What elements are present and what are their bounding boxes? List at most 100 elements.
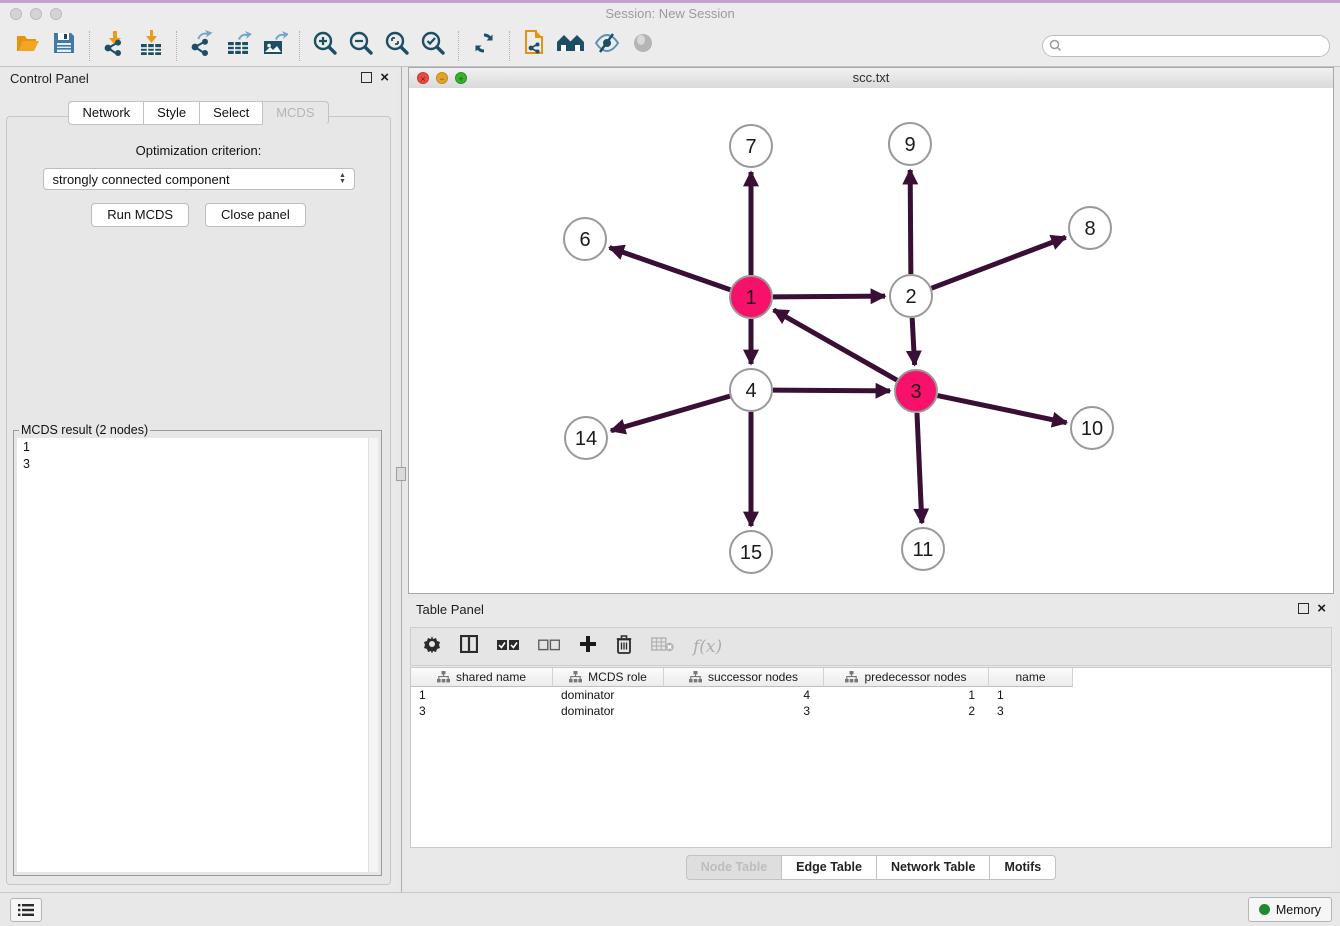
- select-all-button[interactable]: [497, 638, 519, 656]
- graph-edge-3-10[interactable]: [938, 396, 1067, 423]
- graph-edge-4-14[interactable]: [611, 396, 730, 431]
- panel-divider-grip[interactable]: [396, 467, 406, 481]
- folder-open-icon: [15, 32, 41, 59]
- toolbar-separator: [176, 31, 177, 61]
- open-session-button[interactable]: [10, 29, 46, 63]
- cell-mcds-role[interactable]: dominator: [553, 703, 664, 719]
- clone-network-button[interactable]: [517, 29, 553, 63]
- tab-style[interactable]: Style: [143, 101, 199, 125]
- import-network-button[interactable]: [97, 29, 133, 63]
- hierarchy-icon: [845, 671, 858, 683]
- delete-column-button-disabled[interactable]: [651, 636, 674, 657]
- zoom-out-button[interactable]: [343, 29, 379, 63]
- export-network-button[interactable]: [184, 29, 220, 63]
- export-image-button[interactable]: [256, 29, 292, 63]
- float-panel-icon[interactable]: [361, 72, 372, 83]
- close-window-button[interactable]: [10, 8, 22, 20]
- deselect-all-button[interactable]: [538, 638, 560, 656]
- close-panel-button[interactable]: Close panel: [205, 203, 306, 227]
- inactive-view-button[interactable]: [625, 29, 661, 63]
- graph-edge-3-1[interactable]: [774, 310, 897, 380]
- cell-name[interactable]: 1: [989, 687, 1073, 703]
- zoom-fit-button[interactable]: [379, 29, 415, 63]
- graph-node-label-10: 10: [1081, 418, 1103, 440]
- graph-edge-2-3[interactable]: [912, 318, 914, 365]
- graph-edge-2-9[interactable]: [910, 170, 911, 274]
- minimize-window-button[interactable]: [30, 8, 42, 20]
- tab-network-table[interactable]: Network Table: [876, 855, 990, 880]
- maximize-window-button[interactable]: [50, 8, 62, 20]
- import-table-button[interactable]: [133, 29, 169, 63]
- cell-shared-name[interactable]: 3: [411, 703, 553, 719]
- column-header-predecessor-nodes[interactable]: predecessor nodes: [824, 668, 989, 687]
- control-panel-title: Control Panel: [10, 71, 89, 86]
- import-table-icon: [138, 30, 164, 61]
- tab-select[interactable]: Select: [199, 101, 262, 125]
- save-session-button[interactable]: [46, 29, 82, 63]
- result-scrollbar[interactable]: [368, 438, 378, 872]
- network-overview-button[interactable]: [553, 29, 589, 63]
- float-table-panel-icon[interactable]: [1298, 603, 1309, 614]
- cell-successor-nodes[interactable]: 4: [664, 687, 824, 703]
- delete-row-button[interactable]: [616, 635, 632, 659]
- add-column-button[interactable]: [579, 635, 597, 658]
- task-history-button[interactable]: [10, 898, 42, 922]
- cell-shared-name[interactable]: 1: [411, 687, 553, 703]
- search-input[interactable]: [1042, 35, 1330, 57]
- zoom-selected-button[interactable]: [415, 29, 451, 63]
- graph-node-label-3: 3: [910, 381, 921, 403]
- network-window-controls: × − +: [417, 72, 467, 84]
- column-header-name[interactable]: name: [989, 668, 1073, 687]
- zoom-in-button[interactable]: [307, 29, 343, 63]
- tab-mcds[interactable]: MCDS: [262, 101, 328, 125]
- table-panel: Table Panel × f(x): [408, 598, 1334, 890]
- import-network-icon: [102, 30, 128, 61]
- graph-edge-1-6[interactable]: [610, 248, 731, 290]
- table-row[interactable]: 3 dominator 3 2 3: [411, 703, 1331, 719]
- cell-name[interactable]: 3: [989, 703, 1073, 719]
- show-columns-button[interactable]: [460, 635, 478, 658]
- cell-predecessor-nodes[interactable]: 2: [824, 703, 989, 719]
- network-canvas[interactable]: 7968124314101511: [409, 88, 1333, 593]
- hide-panels-button[interactable]: [589, 29, 625, 63]
- tab-node-table[interactable]: Node Table: [686, 855, 781, 880]
- column-header-mcds-role[interactable]: MCDS role: [553, 668, 664, 687]
- table-row[interactable]: 1 dominator 4 1 1: [411, 687, 1331, 703]
- graph-edge-1-2[interactable]: [773, 296, 885, 297]
- close-table-panel-icon[interactable]: ×: [1317, 604, 1326, 614]
- tab-edge-table[interactable]: Edge Table: [781, 855, 876, 880]
- graph-edge-3-11[interactable]: [917, 413, 922, 523]
- tab-network[interactable]: Network: [68, 101, 143, 125]
- cell-filler: [1073, 703, 1331, 719]
- refresh-button[interactable]: [466, 29, 502, 63]
- tab-motifs[interactable]: Motifs: [989, 855, 1056, 880]
- export-table-button[interactable]: [220, 29, 256, 63]
- memory-status-icon: [1259, 904, 1270, 915]
- task-list-icon: [18, 903, 34, 917]
- cell-predecessor-nodes[interactable]: 1: [824, 687, 989, 703]
- minimize-network-button[interactable]: −: [436, 72, 448, 84]
- column-header-shared-name[interactable]: shared name: [411, 668, 553, 687]
- app-window-controls: [10, 8, 62, 20]
- graph-edge-4-3[interactable]: [773, 390, 890, 391]
- network-graph[interactable]: 7968124314101511: [409, 88, 1333, 593]
- control-panel-header: Control Panel ×: [0, 67, 397, 93]
- maximize-network-button[interactable]: +: [455, 72, 467, 84]
- mcds-result-textarea[interactable]: 1 3: [17, 438, 378, 872]
- houses-icon: [556, 32, 586, 59]
- close-network-button[interactable]: ×: [417, 72, 429, 84]
- memory-button[interactable]: Memory: [1248, 897, 1332, 922]
- function-builder-button[interactable]: f(x): [693, 637, 722, 657]
- export-image-icon: [261, 30, 288, 61]
- network-window-titlebar[interactable]: × − + scc.txt: [409, 68, 1333, 89]
- criterion-select[interactable]: strongly connected component ▲▼: [43, 168, 355, 190]
- run-mcds-button[interactable]: Run MCDS: [91, 203, 189, 227]
- cell-mcds-role[interactable]: dominator: [553, 687, 664, 703]
- app-title: Session: New Session: [0, 3, 1340, 25]
- column-label: MCDS role: [588, 670, 647, 684]
- table-settings-button[interactable]: [423, 635, 441, 658]
- graph-edge-2-8[interactable]: [932, 237, 1066, 288]
- column-header-successor-nodes[interactable]: successor nodes: [664, 668, 824, 687]
- close-panel-icon[interactable]: ×: [380, 73, 389, 83]
- cell-successor-nodes[interactable]: 3: [664, 703, 824, 719]
